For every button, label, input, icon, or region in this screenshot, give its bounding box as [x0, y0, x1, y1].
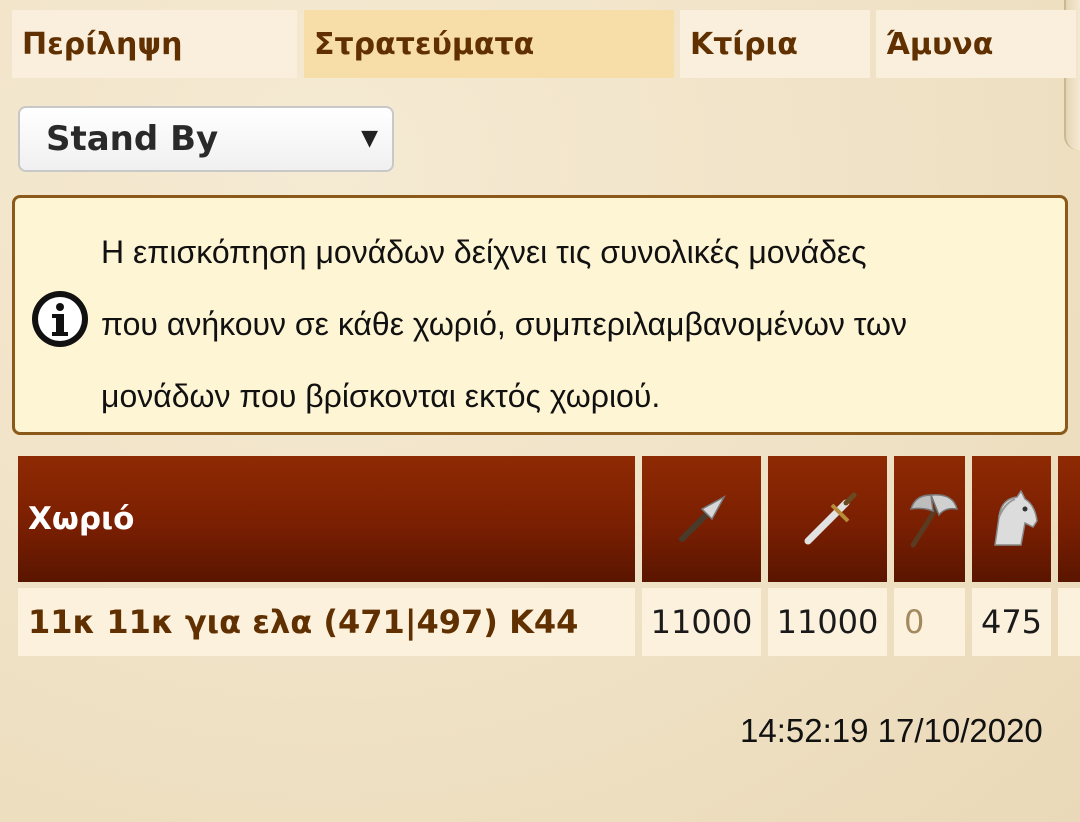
- table-cell-spear: 11000: [642, 588, 761, 656]
- unit-count: 11000: [776, 603, 879, 641]
- tab-buildings[interactable]: Κτίρια: [680, 10, 870, 78]
- village-link[interactable]: 11κ 11κ για ελα (471|497) Κ44: [18, 588, 635, 656]
- info-line: Η επισκόπηση μονάδων δείχνει τις συνολικ…: [101, 234, 867, 270]
- tab-defense[interactable]: Άμυνα: [876, 10, 1076, 78]
- troop-filter-value: Stand By: [46, 119, 219, 159]
- sword-icon: [804, 492, 856, 545]
- info-line: μονάδων που βρίσκονται εκτός χωριού.: [101, 378, 661, 414]
- axe-icon: [909, 494, 958, 548]
- troop-filter-select[interactable]: Stand By ▼: [18, 106, 394, 172]
- unit-count: 11000: [650, 603, 753, 641]
- table-cell-sword: 11000: [768, 588, 887, 656]
- info-text: Η επισκόπηση μονάδων δείχνει τις συνολικ…: [101, 216, 1051, 432]
- unit-count: 475: [980, 603, 1043, 641]
- column-header-axe[interactable]: [894, 456, 965, 582]
- horse-icon: [993, 489, 1038, 546]
- unit-count: 0: [904, 603, 925, 641]
- tab-buildings-label: Κτίρια: [690, 26, 798, 62]
- column-header-village[interactable]: Χωριό: [18, 456, 635, 582]
- tab-summary[interactable]: Περίληψη: [12, 10, 297, 78]
- village-name: 11κ 11κ για ελα (471|497) Κ44: [28, 603, 579, 641]
- info-icon: [32, 291, 88, 347]
- tab-summary-label: Περίληψη: [22, 26, 183, 62]
- column-header-light-cavalry[interactable]: [972, 456, 1051, 582]
- column-header-more[interactable]: [1058, 456, 1080, 582]
- column-header-spear[interactable]: [642, 456, 761, 582]
- column-header-sword[interactable]: [768, 456, 887, 582]
- info-line: που ανήκουν σε κάθε χωριό, συμπεριλαμβαν…: [101, 306, 907, 342]
- tab-troops-label: Στρατεύματα: [314, 26, 535, 62]
- page: Περίληψη Στρατεύματα Κτίρια Άμυνα Stand …: [0, 0, 1080, 822]
- table-cell-axe: 0: [894, 588, 965, 656]
- tab-troops[interactable]: Στρατεύματα: [304, 10, 674, 78]
- server-timestamp: 14:52:19 17/10/2020: [740, 712, 1043, 749]
- dropdown-arrow-icon: ▼: [361, 126, 378, 151]
- tab-defense-label: Άμυνα: [886, 26, 994, 62]
- info-box: Η επισκόπηση μονάδων δείχνει τις συνολικ…: [12, 195, 1068, 435]
- spear-icon: [678, 495, 726, 542]
- overview-tabs: Περίληψη Στρατεύματα Κτίρια Άμυνα: [12, 10, 1076, 78]
- column-header-village-label: Χωριό: [28, 501, 135, 537]
- table-cell-more: [1058, 588, 1080, 656]
- table-cell-light-cavalry: 475: [972, 588, 1051, 656]
